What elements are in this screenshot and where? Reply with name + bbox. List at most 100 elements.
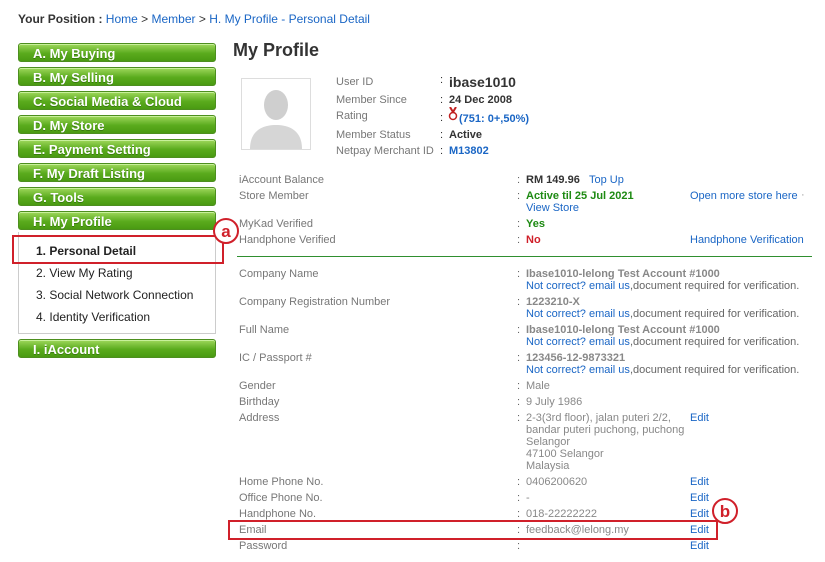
doc-required-text: ,document required for verification. (629, 364, 800, 376)
office-phone-value: - (526, 492, 530, 504)
colon: : (517, 508, 521, 520)
edit-office-phone-link[interactable]: Edit (690, 492, 709, 504)
verification-note: Not correct? email us,document required … (526, 336, 799, 348)
mykad-verified-label: MyKad Verified (239, 218, 313, 230)
office-phone-label: Office Phone No. (239, 492, 323, 504)
submenu-num: 4. (36, 310, 47, 324)
colon: : (517, 380, 521, 392)
mykad-verified-value: Yes (526, 218, 545, 230)
colon: : (517, 268, 521, 280)
handphone-verification-link[interactable]: Handphone Verification (690, 234, 804, 246)
birthday-label: Birthday (239, 396, 280, 408)
verification-note: Not correct? email us,document required … (526, 364, 799, 376)
colon: : (517, 492, 521, 504)
home-phone-label: Home Phone No. (239, 476, 324, 488)
member-since-value: 24 Dec 2008 (449, 94, 512, 106)
company-reg-value: 1223210-X (526, 296, 580, 308)
company-name-label: Company Name (239, 268, 319, 280)
breadcrumb-current-link[interactable]: H. My Profile - Personal Detail (209, 12, 370, 26)
colon: : (517, 190, 521, 202)
member-status-label: Member Status (336, 129, 411, 141)
store-member-value: Active til 25 Jul 2021 (526, 190, 634, 202)
user-id-label: User ID (336, 76, 374, 88)
edit-handphone-link[interactable]: Edit (690, 508, 709, 520)
sidebar-item-my-store[interactable]: D. My Store (18, 115, 216, 134)
company-name-value: Ibase1010-lelong Test Account #1000 (526, 268, 720, 280)
sidebar-item-my-profile[interactable]: H. My Profile (18, 211, 216, 230)
full-name-label: Full Name (239, 324, 290, 336)
submenu-item-social-network[interactable]: 3. Social Network Connection (36, 288, 193, 302)
edit-password-link[interactable]: Edit (690, 540, 709, 552)
email-value: feedback@lelong.my (526, 524, 629, 536)
sidebar-item-my-buying[interactable]: A. My Buying (18, 43, 216, 62)
colon: : (517, 540, 521, 552)
email-us-link[interactable]: Not correct? email us (526, 308, 630, 320)
address-line: 2-3(3rd floor), jalan puteri 2/2, (526, 412, 671, 424)
handphone-verified-label: Handphone Verified (239, 234, 336, 246)
colon: : (517, 324, 521, 336)
top-up-link[interactable]: Top Up (589, 174, 624, 186)
rating-medal-icon (448, 106, 458, 124)
colon: : (440, 145, 444, 157)
address-label: Address (239, 412, 280, 424)
breadcrumb: Your Position : Home > Member > H. My Pr… (18, 12, 370, 26)
submenu-label: View My Rating (49, 266, 133, 280)
home-phone-value: 0406200620 (526, 476, 588, 488)
user-silhouette-icon (242, 79, 310, 149)
address-line: Malaysia (526, 460, 570, 472)
handphone-verified-value: No (526, 234, 541, 246)
email-label: Email (239, 524, 267, 536)
divider (237, 256, 812, 257)
email-us-link[interactable]: Not correct? email us (526, 280, 630, 292)
edit-home-phone-link[interactable]: Edit (690, 476, 709, 488)
edit-email-link[interactable]: Edit (690, 524, 709, 536)
colon: : (517, 524, 521, 536)
colon: : (517, 218, 521, 230)
rating-value-link[interactable]: (751: 0+,50%) (459, 113, 529, 125)
colon: : (517, 476, 521, 488)
submenu-num: 2. (36, 266, 47, 280)
verification-note: Not correct? email us,document required … (526, 280, 799, 292)
colon: : (440, 74, 444, 86)
breadcrumb-home-link[interactable]: Home (106, 12, 138, 26)
iaccount-balance-value: RM 149.96 (526, 174, 580, 186)
email-us-link[interactable]: Not correct? email us (526, 364, 630, 376)
submenu-label: Social Network Connection (49, 288, 194, 302)
breadcrumb-separator: > (141, 12, 149, 26)
verification-note: Not correct? email us,document required … (526, 308, 799, 320)
page-title: My Profile (233, 40, 320, 60)
address-line: 47100 Selangor (526, 448, 604, 460)
gender-label: Gender (239, 380, 276, 392)
netpay-id-link[interactable]: M13802 (449, 145, 489, 157)
avatar (241, 78, 311, 150)
colon: : (517, 412, 521, 424)
breadcrumb-member-link[interactable]: Member (152, 12, 196, 26)
sidebar-item-draft-listing[interactable]: F. My Draft Listing (18, 163, 216, 182)
colon: : (517, 234, 521, 246)
submenu-item-identity-verification[interactable]: 4. Identity Verification (36, 310, 150, 324)
sidebar-item-social-media[interactable]: C. Social Media & Cloud (18, 91, 216, 110)
ic-passport-value: 123456-12-9873321 (526, 352, 626, 364)
sidebar-item-my-selling[interactable]: B. My Selling (18, 67, 216, 86)
view-store-link[interactable]: View Store (526, 202, 579, 214)
doc-required-text: ,document required for verification. (629, 308, 800, 320)
sidebar-item-iaccount[interactable]: I. iAccount (18, 339, 216, 358)
rating-label: Rating (336, 110, 368, 122)
colon: : (517, 296, 521, 308)
gender-value: Male (526, 380, 550, 392)
submenu-item-view-rating[interactable]: 2. View My Rating (36, 266, 133, 280)
doc-required-text: ,document required for verification. (629, 280, 800, 292)
colon: : (517, 174, 521, 186)
user-id-value: ibase1010 (449, 74, 516, 90)
address-line: bandar puteri puchong, puchong (526, 424, 685, 436)
submenu-label: Identity Verification (49, 310, 151, 324)
sidebar-item-payment-setting[interactable]: E. Payment Setting (18, 139, 216, 158)
store-member-label: Store Member (239, 190, 309, 202)
open-more-store-link[interactable]: Open more store here (690, 190, 798, 202)
callout-b: b (712, 498, 738, 524)
sidebar-item-tools[interactable]: G. Tools (18, 187, 216, 206)
submenu-num: 3. (36, 288, 47, 302)
email-us-link[interactable]: Not correct? email us (526, 336, 630, 348)
colon: : (440, 129, 444, 141)
edit-address-link[interactable]: Edit (690, 412, 709, 424)
